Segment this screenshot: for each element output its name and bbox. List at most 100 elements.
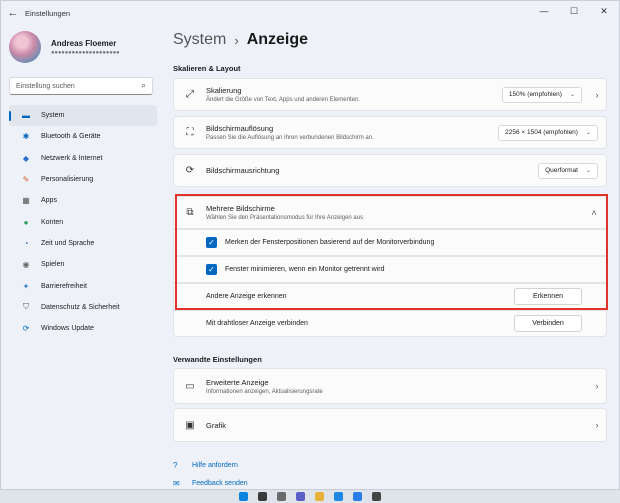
resolution-icon: ⛶	[186, 127, 194, 138]
feedback-link[interactable]: ✉ Feedback senden	[173, 479, 248, 488]
sidebar-item-system[interactable]: ▬ System	[9, 105, 157, 127]
graphics-setting[interactable]: ▣ Grafik ›	[173, 408, 607, 442]
resolution-setting: ⛶ Bildschirmauflösung Passen Sie die Auf…	[173, 116, 607, 149]
orientation-title: Bildschirmausrichtung	[206, 166, 280, 175]
connect-button[interactable]: Verbinden	[514, 315, 582, 332]
sidebar-item-netzwerk-internet[interactable]: ◆ Netzwerk & Internet	[9, 148, 157, 169]
chevron-right-icon: ›	[595, 89, 599, 100]
chevron-down-icon: ⌄	[585, 168, 591, 174]
scaling-desc: Ändert die Größe von Text, Apps und ande…	[206, 97, 360, 103]
help-icon: ?	[173, 461, 178, 470]
advanced-display-title: Erweiterte Anzeige	[206, 377, 269, 387]
sidebar-item-apps[interactable]: ▦ Apps	[9, 190, 157, 211]
sidebar-item-zeit-und-sprache[interactable]: ◔ Zeit und Sprache	[9, 233, 157, 254]
chevron-down-icon: ⌄	[569, 92, 575, 98]
sidebar-icon: ◔	[23, 238, 29, 248]
sidebar-item-label: Datenschutz & Sicherheit	[41, 303, 120, 311]
window-title: Einstellungen	[25, 8, 71, 18]
sidebar-icon: ▬	[22, 111, 30, 121]
advanced-display-setting[interactable]: ▭ Erweiterte Anzeige Informationen anzei…	[173, 368, 607, 404]
user-name: Andreas Floemer	[51, 38, 117, 48]
scaling-dropdown[interactable]: 150% (empfohlen) ⌄	[501, 86, 582, 103]
sidebar-item-label: Barrierefreiheit	[41, 282, 87, 290]
sidebar-item-label: Apps	[41, 197, 57, 205]
orientation-value: Querformat	[545, 167, 578, 174]
chevron-right-icon: ›	[595, 381, 599, 391]
sidebar-nav: ▬ System ✱ Bluetooth & Geräte ◆ Netzwerk & In…	[9, 105, 157, 339]
sidebar-item-label: Netzwerk & Internet	[41, 154, 103, 162]
scaling-setting[interactable]: ⤢ Skalierung Ändert die Größe von Text, …	[173, 78, 607, 111]
minimize-button[interactable]: —	[529, 1, 559, 21]
taskbar	[0, 490, 620, 503]
section-title-scale-layout: Skalieren & Layout	[173, 64, 241, 73]
search-input[interactable]: Einstellung suchen ⌕	[9, 77, 153, 95]
start-icon[interactable]	[239, 492, 248, 501]
feedback-icon: ✉	[173, 479, 180, 488]
sidebar-icon: ◉	[22, 260, 30, 270]
orientation-icon: ⟳	[185, 165, 195, 176]
sidebar-item-personalisierung[interactable]: ✎ Personalisierung	[9, 169, 157, 190]
orientation-setting: ⟳ Bildschirmausrichtung Querformat ⌄	[173, 154, 607, 187]
help-link[interactable]: ? Hilfe anfordern	[173, 461, 238, 470]
avatar	[9, 31, 41, 63]
edge-icon[interactable]	[334, 492, 343, 501]
sidebar-icon: ⟳	[22, 324, 30, 334]
sidebar-item-label: Konten	[41, 218, 64, 226]
graphics-title: Grafik	[206, 420, 227, 430]
highlight-box	[175, 194, 608, 310]
sidebar-item-label: Spielen	[41, 261, 65, 269]
settings-window: ← Einstellungen — ☐ ✕ Andreas Floemer ●●…	[0, 0, 620, 490]
wireless-display-label: Mit drahtloser Anzeige verbinden	[206, 320, 308, 327]
breadcrumb-parent[interactable]: System	[173, 31, 226, 49]
page-title: Anzeige	[246, 31, 309, 48]
scaling-value: 150% (empfohlen)	[508, 91, 562, 98]
store-icon[interactable]	[353, 492, 362, 501]
resolution-dropdown[interactable]: 2256 × 1504 (empfohlen) ⌄	[498, 124, 598, 141]
sidebar-item-spielen[interactable]: ◉ Spielen	[9, 254, 157, 275]
sidebar-item-label: Personalisierung	[41, 176, 94, 184]
user-profile[interactable]: Andreas Floemer ●●●●●●●●●●●●●●●●●●●●	[9, 31, 120, 63]
close-button[interactable]: ✕	[589, 1, 619, 21]
breadcrumb: System › Anzeige	[173, 31, 308, 49]
resolution-desc: Passen Sie die Auflösung an Ihren verbun…	[206, 135, 374, 141]
title-bar: ← Einstellungen — ☐ ✕	[1, 1, 619, 25]
help-link-label: Hilfe anfordern	[192, 462, 238, 469]
section-title-related: Verwandte Einstellungen	[173, 355, 262, 364]
sidebar-item-datenschutz-sicherheit[interactable]: ⛉ Datenschutz & Sicherheit	[9, 297, 157, 318]
sidebar-item-label: Bluetooth & Geräte	[41, 133, 101, 141]
chevron-down-icon: ⌄	[585, 130, 591, 136]
search-icon: ⌕	[141, 81, 146, 90]
back-arrow-icon[interactable]: ←	[1, 7, 25, 19]
sidebar-icon: ✦	[22, 281, 30, 291]
resolution-value: 2256 × 1504 (empfohlen)	[505, 129, 578, 136]
orientation-dropdown[interactable]: Querformat ⌄	[538, 162, 598, 179]
sidebar-icon: ✱	[22, 132, 30, 142]
sidebar-item-barrierefreiheit[interactable]: ✦ Barrierefreiheit	[9, 275, 157, 296]
window-controls: — ☐ ✕	[529, 1, 619, 21]
settings-taskbar-icon[interactable]	[372, 492, 381, 501]
sidebar-icon: ◆	[22, 153, 30, 163]
sidebar-item-konten[interactable]: ● Konten	[9, 211, 157, 232]
search-placeholder: Einstellung suchen	[16, 82, 75, 90]
graphics-icon: ▣	[185, 419, 195, 431]
resolution-title: Bildschirmauflösung	[206, 124, 274, 133]
sidebar-icon: ●	[23, 217, 29, 227]
advanced-display-desc: Informationen anzeigen, Aktualisierungsr…	[206, 388, 323, 395]
sidebar-icon: ⛉	[23, 302, 29, 312]
sidebar-item-windows-update[interactable]: ⟳ Windows Update	[9, 318, 157, 339]
breadcrumb-separator-icon: ›	[234, 32, 239, 48]
scaling-title: Skalierung	[206, 86, 242, 95]
maximize-button[interactable]: ☐	[559, 1, 589, 21]
explorer-icon[interactable]	[315, 492, 324, 501]
chevron-right-icon: ›	[595, 420, 599, 430]
teams-icon[interactable]	[296, 492, 305, 501]
taskview-icon[interactable]	[277, 492, 286, 501]
sidebar-item-bluetooth-geräte[interactable]: ✱ Bluetooth & Geräte	[9, 126, 157, 147]
sidebar-item-label: Zeit und Sprache	[41, 239, 95, 247]
sidebar-item-label: Windows Update	[41, 325, 94, 333]
scaling-icon: ⤢	[186, 89, 194, 100]
feedback-link-label: Feedback senden	[192, 480, 248, 487]
sidebar-icon: ✎	[22, 175, 30, 185]
user-email: ●●●●●●●●●●●●●●●●●●●●	[51, 49, 120, 56]
search-taskbar-icon[interactable]	[258, 492, 267, 501]
